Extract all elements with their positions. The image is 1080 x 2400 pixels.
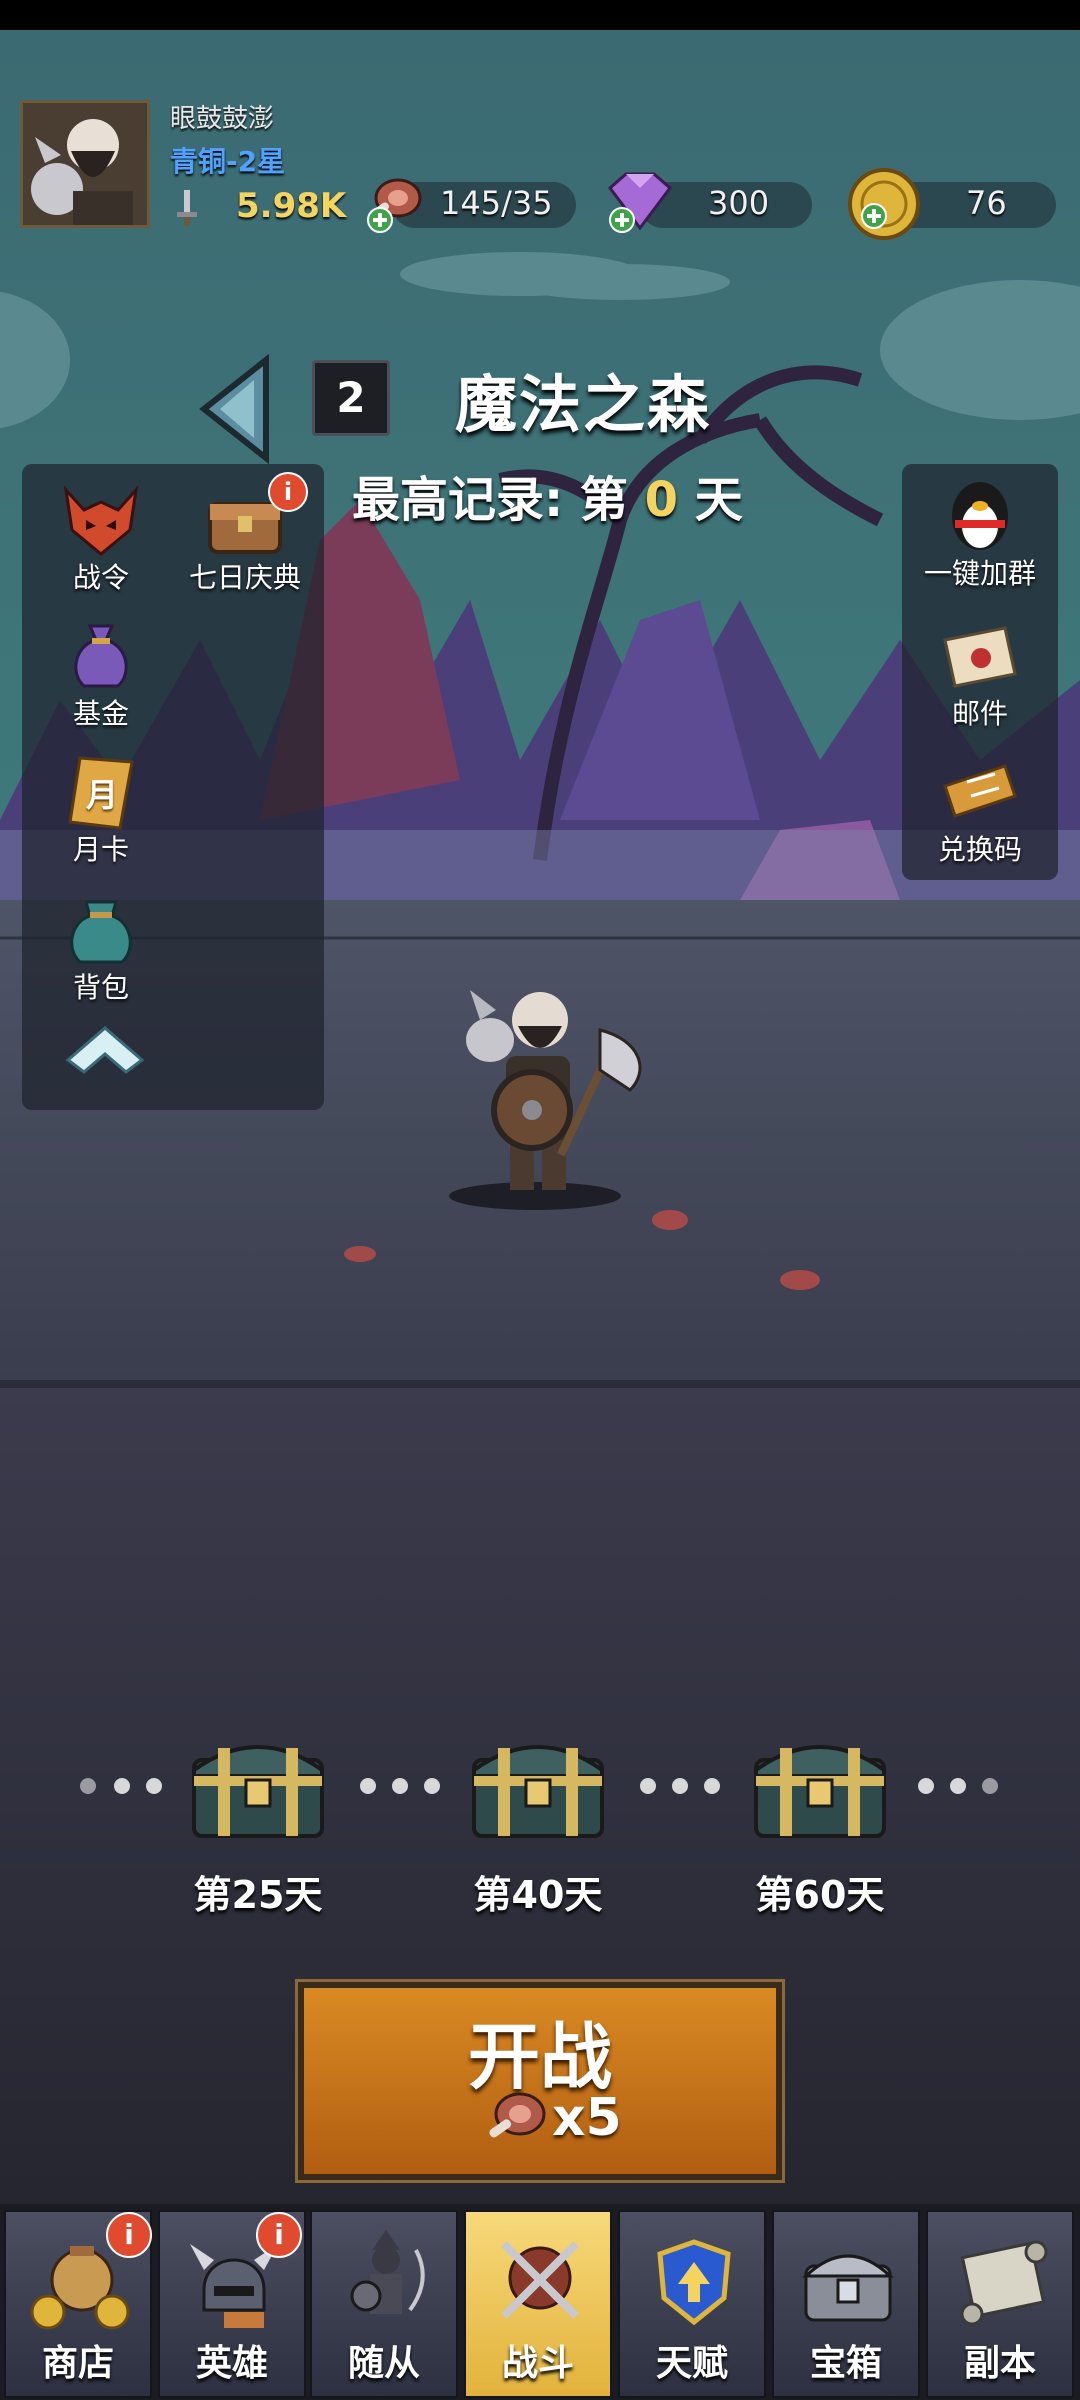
tab-heroes-label: 英雄 [195, 2343, 268, 2384]
tab-talents[interactable]: 天赋 [618, 2210, 766, 2398]
progress-dot [80, 1778, 96, 1794]
gem-plus-icon[interactable] [600, 170, 680, 236]
player-rank: 青铜-2星 [170, 145, 286, 178]
progress-dot [982, 1778, 998, 1794]
shop-alert-badge: i [106, 2212, 152, 2258]
system-status-bar [0, 0, 1080, 30]
reward-chest-day60[interactable] [750, 1730, 890, 1840]
tab-followers-label: 随从 [347, 2343, 420, 2384]
money-bag-icon [74, 624, 128, 688]
silver-chest-icon [802, 2254, 894, 2322]
scroll-map-icon [960, 2240, 1048, 2326]
record-suffix: 天 [694, 472, 743, 528]
progress-dot [640, 1778, 656, 1794]
seven-day-event-label: 七日庆典 [188, 561, 301, 594]
reward-chest-day40[interactable] [468, 1730, 608, 1840]
chest-day-label: 第40天 [473, 1873, 603, 1917]
meat-icon [489, 2092, 546, 2138]
monthly-card-label: 月卡 [72, 833, 129, 866]
progress-dot [360, 1778, 376, 1794]
sword-icon [177, 190, 197, 226]
mail-envelope-icon [943, 626, 1017, 688]
hero-character [449, 990, 642, 1210]
tab-battle[interactable]: 战斗 [464, 2210, 612, 2398]
chest-day-label: 第25天 [193, 1873, 323, 1917]
progress-dot [672, 1778, 688, 1794]
tab-followers[interactable]: 随从 [310, 2210, 458, 2398]
chest-day-label: 第60天 [755, 1873, 885, 1917]
gems-value: 300 [708, 184, 770, 222]
fund-label: 基金 [72, 697, 129, 730]
fund-button[interactable]: 基金 [36, 616, 166, 732]
record-value: 0 [644, 472, 679, 528]
penguin-icon [952, 482, 1008, 550]
monthly-card-button[interactable]: 月 月卡 [36, 752, 166, 868]
progress-dot [146, 1778, 162, 1794]
coins-value: 76 [966, 184, 1007, 222]
crossed-swords-icon [501, 2241, 579, 2319]
ticket-icon [943, 764, 1017, 818]
tab-chests[interactable]: 宝箱 [772, 2210, 920, 2398]
prev-stage-arrow-icon[interactable] [196, 354, 276, 464]
talent-shield-icon [657, 2239, 731, 2326]
mail-button[interactable]: 邮件 [915, 616, 1045, 732]
redeem-code-label: 兑换码 [937, 833, 1022, 866]
seven-day-alert-badge: i [268, 472, 308, 512]
progress-dot [950, 1778, 966, 1794]
join-group-label: 一键加群 [923, 557, 1036, 590]
tab-talents-label: 天赋 [655, 2343, 728, 2384]
tab-battle-label: 战斗 [501, 2343, 574, 2384]
meat-plus-icon[interactable] [362, 172, 428, 236]
reward-chest-day25[interactable] [188, 1730, 328, 1840]
battle-pass-label: 战令 [72, 561, 129, 594]
tab-dungeon[interactable]: 副本 [926, 2210, 1074, 2398]
backpack-button[interactable]: 背包 [36, 890, 166, 1006]
best-record: 最高记录: 第 0 天 [352, 460, 743, 530]
battle-pass-button[interactable]: 战令 [36, 480, 166, 596]
collapse-menu-chevron-icon[interactable] [62, 1020, 148, 1080]
heroes-alert-badge: i [256, 2212, 302, 2258]
monthly-card-icon-text: 月 [86, 776, 119, 814]
join-group-button[interactable]: 一键加群 [915, 476, 1045, 592]
player-name: 眼鼓鼓澎 [170, 104, 275, 134]
hero-portrait-icon [23, 103, 147, 225]
demon-mask-icon [63, 485, 139, 556]
tab-dungeon-label: 副本 [963, 2343, 1036, 2384]
start-battle-button[interactable]: 开战 x5 [295, 1979, 785, 2183]
stage-number: 2 [312, 360, 390, 436]
redeem-code-button[interactable]: 兑换码 [915, 752, 1045, 868]
progress-dot [424, 1778, 440, 1794]
coin-plus-icon[interactable] [844, 166, 924, 244]
progress-dot [114, 1778, 130, 1794]
tab-shop-label: 商店 [41, 2343, 114, 2384]
backpack-icon [70, 900, 132, 964]
backpack-label: 背包 [72, 971, 129, 1004]
stamina-cost: x5 [552, 2088, 622, 2148]
bottom-navigation: 商店 i 英雄 i 随从 战斗 天赋 宝箱 副本 [0, 2204, 1080, 2400]
player-avatar[interactable] [20, 100, 150, 228]
record-prefix: 最高记录: 第 [352, 472, 628, 528]
progress-dot [392, 1778, 408, 1794]
progress-dot [918, 1778, 934, 1794]
stage-title: 魔法之森 [455, 368, 712, 441]
progress-dot [704, 1778, 720, 1794]
stamina-value: 145/35 [440, 184, 553, 222]
combat-power: 5.98K [236, 186, 347, 226]
follower-icon [350, 2230, 425, 2314]
tab-chests-label: 宝箱 [809, 2343, 882, 2384]
mail-label: 邮件 [951, 697, 1008, 730]
